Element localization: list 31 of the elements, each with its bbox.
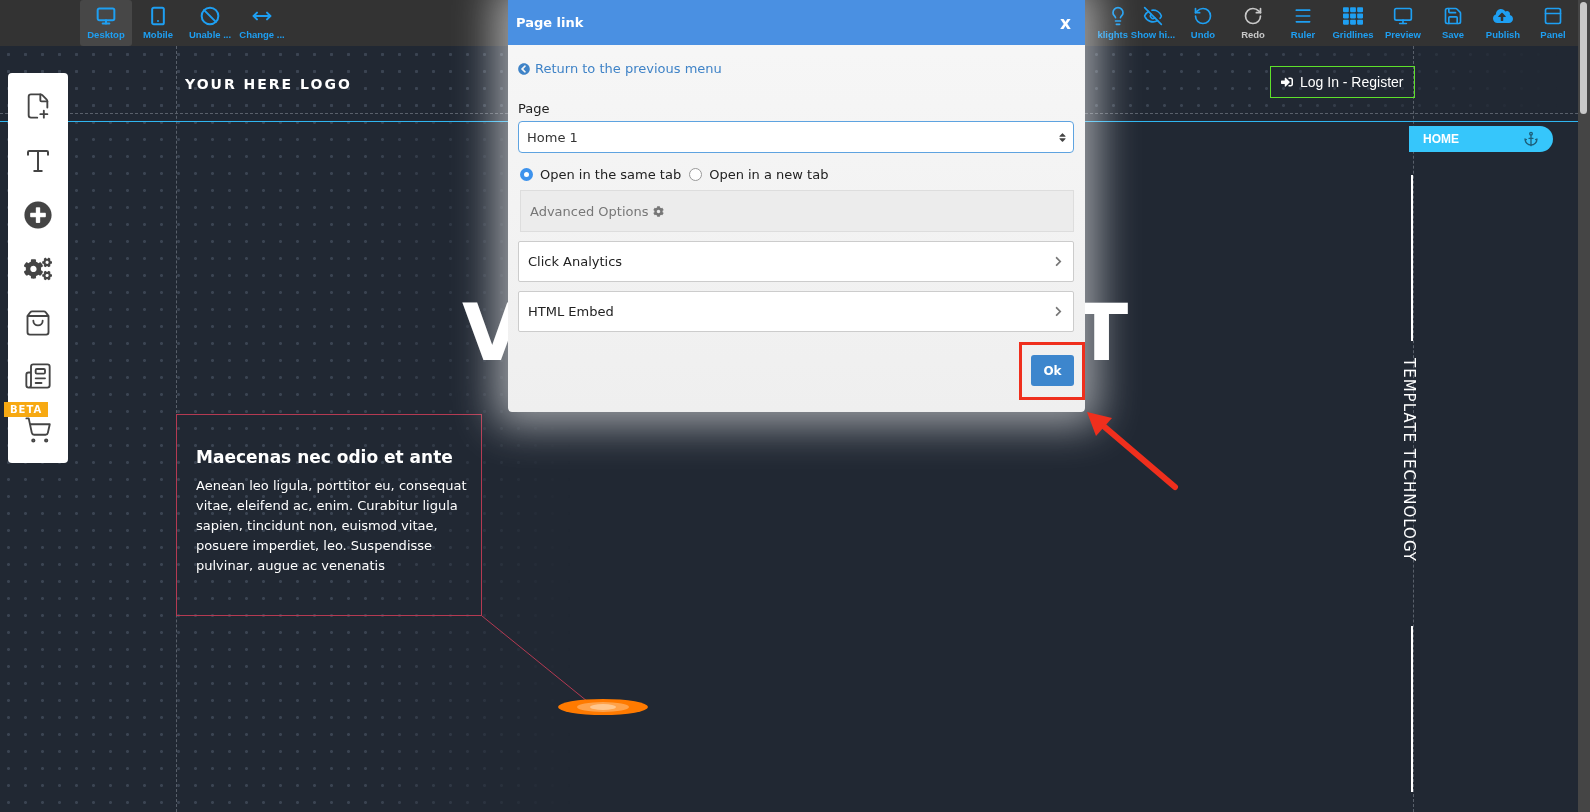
beta-badge: BETA <box>4 402 49 417</box>
login-link[interactable]: Log In - Register <box>1270 66 1415 98</box>
vertical-text: TEMPLATE TECHNOLOGY <box>1400 358 1418 562</box>
advanced-options-label: Advanced Options <box>530 203 649 219</box>
page-select[interactable]: Home 1 <box>518 121 1074 153</box>
section-row[interactable]: HTML Embed <box>518 291 1074 332</box>
radio-option[interactable]: Open in the same tab <box>520 167 682 182</box>
toolbar-button[interactable]: klights <box>1097 0 1128 46</box>
field-label: Page <box>518 101 551 116</box>
site-logo: YOUR HERE LOGO <box>185 76 352 92</box>
toolbar-button[interactable]: Publish <box>1478 0 1528 46</box>
ok-button[interactable]: Ok <box>1031 355 1074 386</box>
toolbar-button[interactable]: Desktop <box>80 0 132 46</box>
toolbar-button[interactable]: Gridlines <box>1328 0 1378 46</box>
text-paragraph: Aenean leo ligula, porttitor eu, consequat vitae, eleifend ac, enim. Curabitur ligula sapien, tincidunt non, euismod vitae, posuere imperdiet, leo. Suspendisse pulvinar, augue ac venenatis <box>196 477 468 575</box>
text-heading: Maecenas nec odio et ante <box>196 447 454 467</box>
toolbar-button[interactable]: Panel <box>1528 0 1578 46</box>
toolbar-button[interactable]: Unable ... <box>184 0 236 46</box>
close-button[interactable]: x <box>1060 12 1071 33</box>
toolbar-button[interactable]: Show hi... <box>1128 0 1178 46</box>
toolbar-button[interactable]: Undo <box>1178 0 1228 46</box>
toolbar-button[interactable]: Change ... <box>236 0 288 46</box>
toolbar-button[interactable]: Ruler <box>1278 0 1328 46</box>
toolbar-button[interactable]: Preview <box>1378 0 1428 46</box>
radio-option[interactable]: Open in a new tab <box>689 167 829 182</box>
back-link[interactable]: Return to the previous menu <box>518 61 1074 76</box>
dialog-title: Page link <box>516 15 584 30</box>
advanced-options-panel[interactable]: Advanced Options <box>520 190 1074 232</box>
toolbar-button[interactable]: Mobile <box>132 0 184 46</box>
toolbar-button[interactable]: Save <box>1428 0 1478 46</box>
section-row[interactable]: Click Analytics <box>518 241 1074 282</box>
